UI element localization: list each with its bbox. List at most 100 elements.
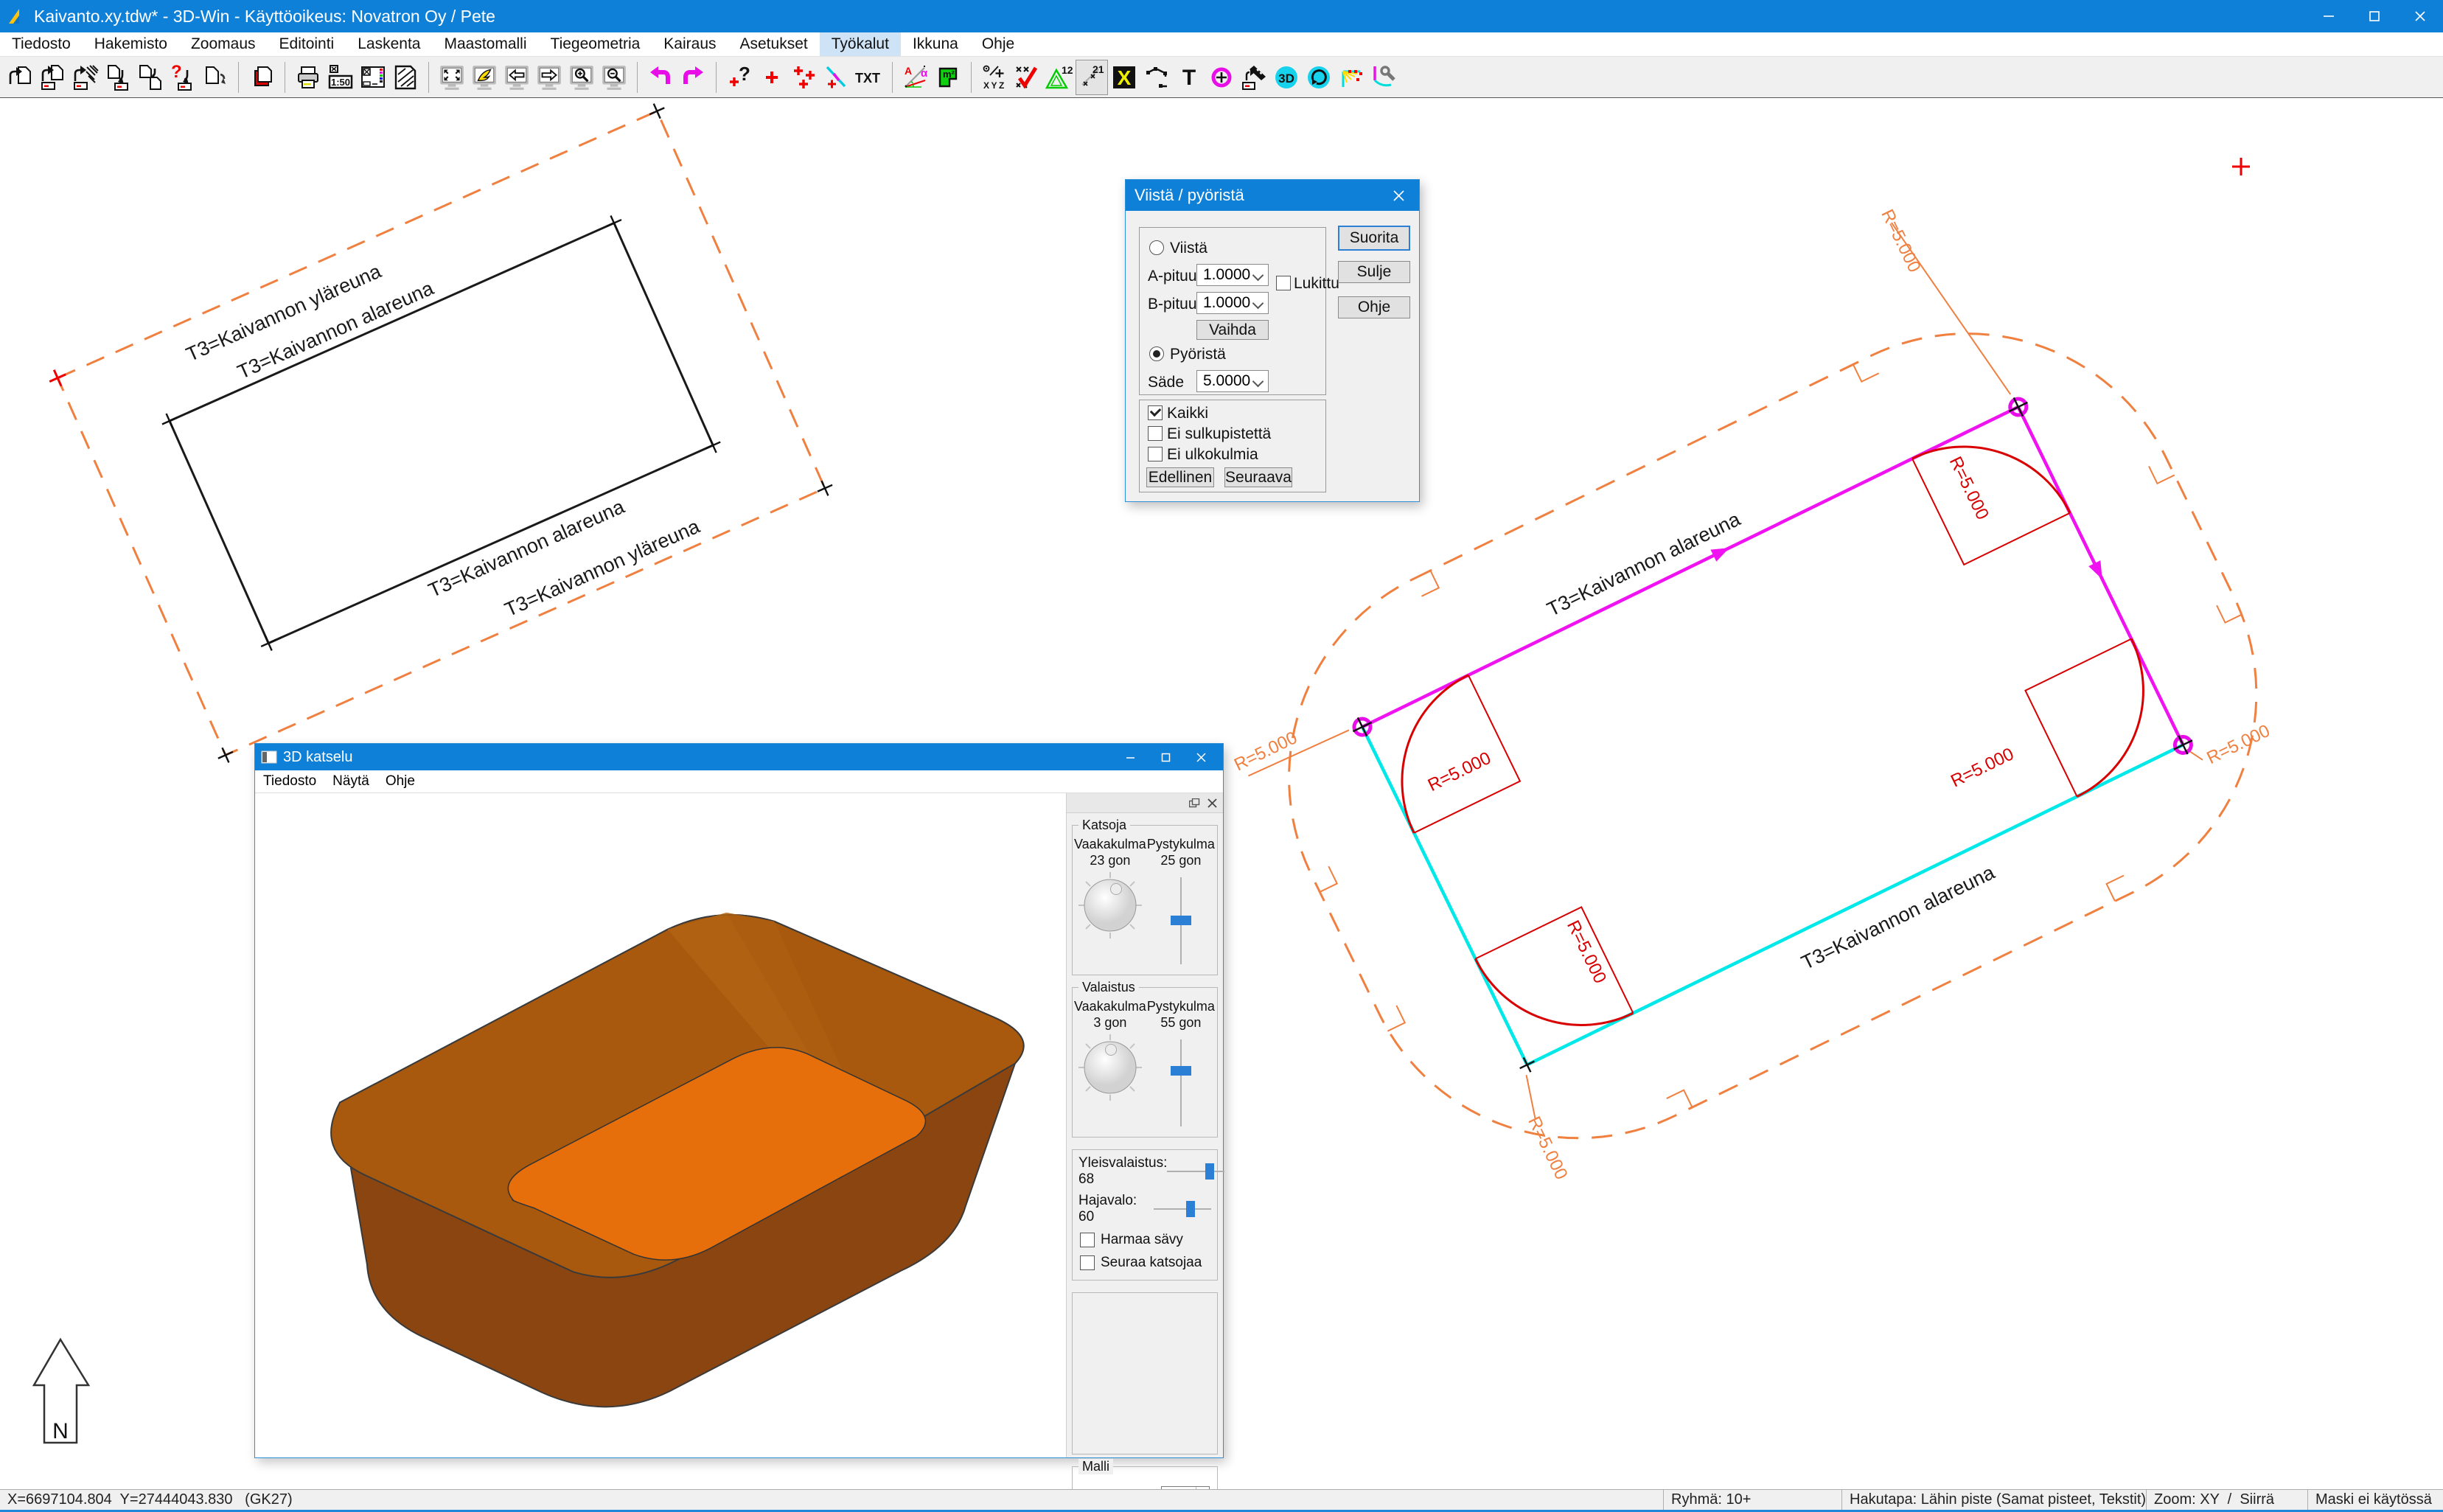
ohje-button[interactable]: Ohje (1338, 296, 1410, 318)
panel-close-icon[interactable] (1207, 798, 1217, 808)
light-azimuth-knob[interactable] (1075, 1031, 1146, 1104)
malli-legend: Malli (1078, 1459, 1113, 1474)
redraw-button[interactable] (468, 60, 501, 95)
split-line-button[interactable] (820, 60, 853, 95)
ei-ulkokulmia-checkbox[interactable] (1148, 447, 1163, 461)
line-tools-button[interactable] (1367, 60, 1400, 95)
viewer-close-button[interactable] (1183, 744, 1219, 770)
zoom-in-button[interactable] (565, 60, 598, 95)
seuraa-katsojaa-checkbox[interactable] (1080, 1255, 1095, 1270)
fillet-tool-button[interactable] (1335, 60, 1367, 95)
menu-asetukset[interactable]: Asetukset (728, 32, 820, 56)
menu-maastomalli[interactable]: Maastomalli (432, 32, 538, 56)
add-points-icon (791, 64, 818, 91)
menu-laskenta[interactable]: Laskenta (346, 32, 432, 56)
view-previous-button[interactable] (501, 60, 533, 95)
open-file-icon (7, 64, 34, 91)
viista-radio[interactable] (1149, 240, 1164, 255)
redo-icon (680, 64, 706, 91)
scale-button[interactable]: 1:50 (324, 60, 357, 95)
hatch-settings-button[interactable] (389, 60, 422, 95)
open-file-button[interactable] (4, 60, 37, 95)
undo-button[interactable] (644, 60, 677, 95)
harmaa-savy-checkbox[interactable] (1080, 1233, 1095, 1247)
viewport-3d[interactable] (255, 793, 1067, 1457)
view-3d-button[interactable]: 3D (1270, 60, 1303, 95)
excavation-plan-figure[interactable]: T3=Kaivannon yläreuna T3=Kaivannon alare… (46, 100, 835, 766)
print-button[interactable] (292, 60, 324, 95)
dialog-close-button[interactable] (1378, 180, 1419, 211)
menu-ikkuna[interactable]: Ikkuna (901, 32, 970, 56)
seuraava-button[interactable]: Seuraava (1224, 467, 1292, 487)
b-pituus-combo[interactable]: 1.0000 (1196, 292, 1269, 314)
export-file-button[interactable] (199, 60, 231, 95)
save-query-button[interactable]: ? (167, 60, 199, 95)
view-next-button[interactable] (533, 60, 565, 95)
text-tool-button[interactable]: TXT (853, 60, 885, 95)
add-point-button[interactable] (756, 60, 788, 95)
viewer-menu-tiedosto[interactable]: Tiedosto (255, 773, 324, 790)
suorita-button[interactable]: Suorita (1338, 226, 1410, 251)
light-elevation-slider[interactable] (1170, 1037, 1192, 1131)
save-query-icon: ? (170, 64, 196, 91)
maximize-button[interactable] (2352, 0, 2397, 32)
a-pituus-combo[interactable]: 1.0000 (1196, 264, 1269, 286)
viewer-menu-ohje[interactable]: Ohje (377, 773, 423, 790)
page-setup-button[interactable] (357, 60, 389, 95)
hajavalo-slider[interactable] (1154, 1201, 1211, 1217)
lukittu-checkbox[interactable] (1276, 276, 1291, 290)
page-setup-icon (360, 64, 386, 91)
sulje-button[interactable]: Sulje (1338, 261, 1410, 283)
menu-ohje[interactable]: Ohje (970, 32, 1026, 56)
title-bar[interactable]: Kaivanto.xy.tdw* - 3D-Win - Käyttöoikeus… (0, 0, 2443, 32)
text-button[interactable]: T (1173, 60, 1205, 95)
zoom-extents-button[interactable] (436, 60, 468, 95)
polyline-edit-button[interactable] (1140, 60, 1173, 95)
road-import-button[interactable] (1238, 60, 1270, 95)
open-file-list-button[interactable] (37, 60, 69, 95)
circle-tool-button[interactable] (1205, 60, 1238, 95)
menu-tiedosto[interactable]: Tiedosto (0, 32, 83, 56)
viewer-maximize-button[interactable] (1148, 744, 1183, 770)
file-manager-button[interactable] (245, 60, 278, 95)
save-copy-button[interactable] (134, 60, 167, 95)
edellinen-button[interactable]: Edellinen (1146, 467, 1214, 487)
line-calc-button[interactable]: 21 (1076, 60, 1108, 95)
zoom-out-button[interactable] (598, 60, 630, 95)
point-info-button[interactable]: ? (723, 60, 756, 95)
redo-button[interactable] (677, 60, 709, 95)
delete-button[interactable]: X (1108, 60, 1140, 95)
import-file-button[interactable] (69, 60, 102, 95)
save-file-button[interactable] (102, 60, 134, 95)
vaihda-button[interactable]: Vaihda (1196, 320, 1269, 340)
view-azimuth-knob[interactable] (1075, 868, 1146, 942)
menu-kairaus[interactable]: Kairaus (652, 32, 728, 56)
viewer-title-bar[interactable]: 3D katselu (255, 744, 1223, 770)
rotate-3d-button[interactable] (1303, 60, 1335, 95)
menu-hakemisto[interactable]: Hakemisto (83, 32, 179, 56)
ei-sulkupistetta-checkbox[interactable] (1148, 426, 1163, 441)
coordinates-button[interactable]: XYZ (978, 60, 1011, 95)
dialog-title-bar[interactable]: Viistä / pyöristä (1126, 180, 1419, 211)
close-button[interactable] (2397, 0, 2443, 32)
area-measure-button[interactable]: m² (932, 60, 964, 95)
minimize-button[interactable] (2306, 0, 2352, 32)
yleisvalaistus-slider[interactable] (1167, 1163, 1211, 1180)
viewer-menu-nayta[interactable]: Näytä (324, 773, 377, 790)
menu-zoomaus[interactable]: Zoomaus (179, 32, 268, 56)
menu-editointi[interactable]: Editointi (268, 32, 346, 56)
triangle-model-button[interactable]: 12 (1043, 60, 1076, 95)
angle-measure-button[interactable]: Aα (899, 60, 932, 95)
viewer-minimize-button[interactable] (1112, 744, 1148, 770)
menu-tiegeometria[interactable]: Tiegeometria (539, 32, 652, 56)
float-window-icon[interactable] (1189, 798, 1200, 808)
kaikki-checkbox[interactable] (1148, 405, 1163, 420)
menu-tyokalut[interactable]: Työkalut (820, 32, 901, 56)
viewer-window-icon (261, 750, 277, 764)
pyorista-radio[interactable] (1149, 346, 1164, 361)
ei-ulkokulmia-label: Ei ulkokulmia (1167, 446, 1258, 464)
add-points-button[interactable] (788, 60, 820, 95)
point-check-button[interactable] (1011, 60, 1043, 95)
view-elevation-slider[interactable] (1170, 874, 1192, 969)
sade-combo[interactable]: 5.0000 (1196, 370, 1269, 392)
